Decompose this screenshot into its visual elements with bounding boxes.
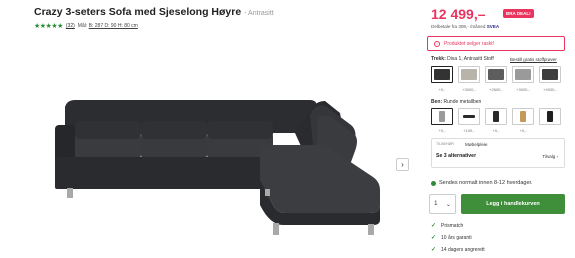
- dimensions-prefix: Mål:: [77, 23, 88, 29]
- legs-swatch-price: +0,-: [519, 128, 527, 133]
- legs-label: Ben: Runde metallben: [431, 99, 481, 105]
- fabric-label: Trekk: Disa 1, Antrasitt Stoff: [431, 56, 494, 62]
- product-variant: - Antrasitt: [244, 10, 274, 17]
- product-title-text: Crazy 3-seters Sofa med Sjeselong Høyre: [34, 6, 242, 18]
- fabric-swatch[interactable]: [539, 66, 561, 83]
- shipping-info: Sendes normalt innen 8-12 hverdager.: [431, 180, 533, 186]
- fabric-samples-link[interactable]: Bestill gratis stoffprøver: [510, 57, 557, 62]
- legs-label-key: Ben:: [431, 99, 443, 105]
- usp-text: Prismatch: [441, 222, 464, 229]
- add-to-cart-button[interactable]: Legg i handlekurven: [461, 194, 565, 214]
- legs-value: Runde metallben: [443, 99, 482, 105]
- fabric-value: Disa 1, Antrasitt Stoff: [447, 56, 494, 62]
- rating-row: ★★★★★ (32) Mål: B: 287 D: 90 H: 80 cm: [34, 22, 138, 30]
- fabric-swatch[interactable]: [512, 66, 534, 83]
- fabric-label-key: Trekk:: [431, 56, 446, 62]
- chevron-down-icon: ⌄: [445, 201, 451, 208]
- accessory-select[interactable]: Tilvalg ›: [542, 154, 558, 159]
- legs-swatch-price: +0,-: [492, 128, 500, 133]
- legs-swatch[interactable]: [512, 108, 534, 125]
- quantity-value: 1: [434, 201, 438, 207]
- product-title: Crazy 3-seters Sofa med Sjeselong Høyre -…: [34, 6, 274, 18]
- legs-more-button[interactable]: +2: [539, 108, 561, 125]
- fabric-swatch[interactable]: [458, 66, 480, 83]
- quantity-select[interactable]: 1 ⌄: [429, 194, 456, 214]
- accessory-card[interactable]: TILBEHØR Møbelpleie Se 3 alternativer Ti…: [431, 138, 565, 168]
- check-icon: ✓: [431, 235, 437, 241]
- usp-text: 14 dagers angrerett: [441, 246, 485, 253]
- dimensions: Mål: B: 287 D: 90 H: 80 cm: [78, 23, 138, 29]
- installment-info: Delbetale fra 308,- /måned SVEA: [431, 24, 499, 29]
- star-rating-icon: ★★★★★: [34, 23, 63, 30]
- check-icon: ✓: [431, 247, 437, 253]
- product-image: [55, 100, 380, 235]
- check-icon: ✓: [431, 223, 437, 229]
- fabric-swatch[interactable]: [485, 66, 507, 83]
- fabric-swatch-price: +4000,-: [543, 87, 557, 92]
- installment-provider[interactable]: SVEA: [487, 24, 500, 29]
- accessory-tag: TILBEHØR: [436, 142, 454, 146]
- fabric-swatch-price: +0,-: [438, 87, 446, 92]
- legs-swatch[interactable]: [485, 108, 507, 125]
- accessory-cta[interactable]: Se 3 alternativer: [436, 153, 476, 159]
- fabric-swatch-price: +3000,-: [516, 87, 530, 92]
- usp-item: ✓ 10 års garanti: [431, 234, 472, 242]
- alert-icon: !: [434, 40, 440, 47]
- fabric-swatch-price: +2600,-: [489, 87, 503, 92]
- deal-badge: BRA DEAL!: [503, 9, 534, 18]
- review-count-link[interactable]: (32): [66, 23, 75, 29]
- legs-swatch[interactable]: [458, 108, 480, 125]
- product-price: 12 499,–: [431, 6, 486, 22]
- legs-swatch-price: +0,-: [438, 128, 446, 133]
- shipping-text: Sendes normalt innen 8-12 hverdager.: [439, 180, 533, 186]
- dimensions-value[interactable]: B: 287 D: 90 H: 80 cm: [89, 23, 138, 29]
- usp-text: 10 års garanti: [441, 234, 472, 241]
- installment-text: Delbetale fra 308,- /måned: [431, 24, 486, 29]
- stock-alert: ! Produktet selger raskt!: [427, 36, 565, 51]
- usp-item: ✓ Prismatch: [431, 222, 464, 230]
- legs-swatch-price: +100,-: [463, 128, 475, 133]
- legs-swatch[interactable]: [431, 108, 453, 125]
- stock-alert-text: Produktet selger raskt!: [444, 40, 495, 47]
- in-stock-dot-icon: [431, 180, 436, 186]
- accessory-name: Møbelpleie: [465, 142, 488, 147]
- fabric-swatch[interactable]: [431, 66, 453, 83]
- gallery-next-button[interactable]: ›: [396, 158, 409, 171]
- usp-item: ✓ 14 dagers angrerett: [431, 246, 485, 254]
- fabric-swatch-price: +3000,-: [462, 87, 476, 92]
